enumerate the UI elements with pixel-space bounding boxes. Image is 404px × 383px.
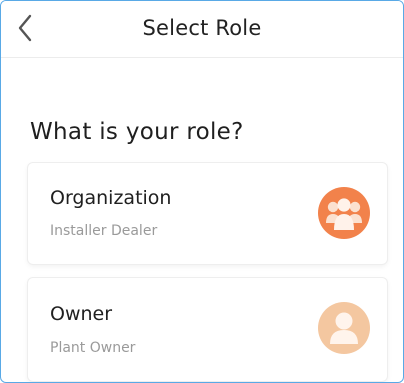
page-title: Select Role — [142, 16, 262, 40]
organization-role-subtitle: Installer Dealer — [50, 223, 158, 239]
group-icon — [318, 187, 370, 239]
header: Select Role — [1, 1, 403, 58]
owner-role-title: Owner — [50, 303, 113, 325]
app-screen: Select Role What is your role? Organizat… — [0, 0, 404, 383]
role-question: What is your role? — [30, 119, 244, 145]
organization-role-card[interactable]: Organization Installer Dealer — [28, 163, 387, 264]
organization-role-title: Organization — [50, 187, 172, 209]
owner-role-subtitle: Plant Owner — [50, 340, 136, 356]
person-icon — [318, 302, 370, 354]
owner-role-card[interactable]: Owner Plant Owner — [28, 278, 387, 381]
